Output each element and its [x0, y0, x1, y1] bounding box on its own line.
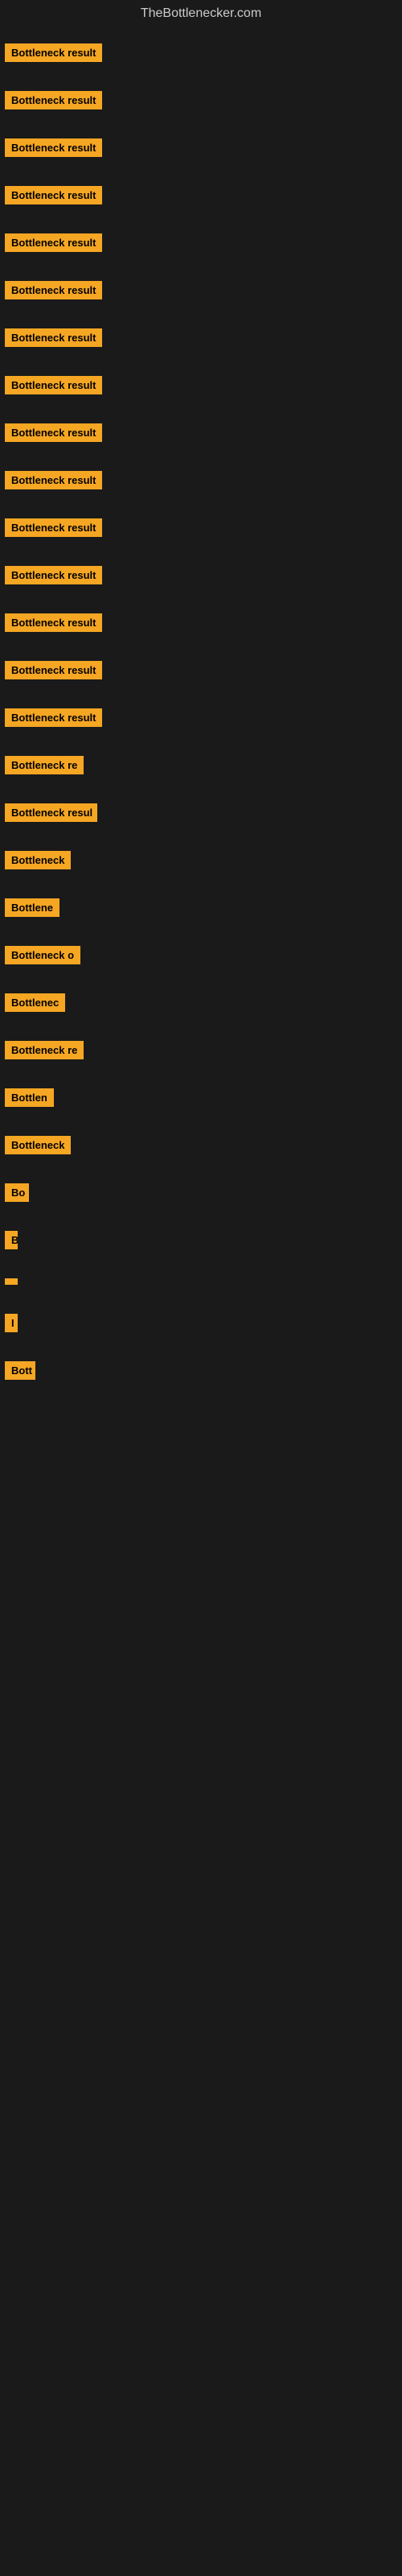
bottleneck-badge[interactable]: Bottlene — [5, 898, 59, 917]
list-item: Bottleneck result — [2, 37, 400, 68]
list-item: Bottleneck result — [2, 369, 400, 401]
bottleneck-badge[interactable]: Bottleneck result — [5, 471, 102, 489]
list-item: Bott — [2, 1355, 400, 1386]
bottleneck-badge[interactable]: Bottleneck — [5, 1136, 71, 1154]
list-item: Bottleneck result — [2, 180, 400, 211]
bottleneck-badge[interactable]: I — [5, 1314, 18, 1332]
bottleneck-badge[interactable]: Bottleneck re — [5, 1041, 84, 1059]
bottleneck-badge[interactable]: Bottleneck resul — [5, 803, 97, 822]
list-item: Bottlen — [2, 1082, 400, 1113]
bottleneck-badge[interactable]: Bottlen — [5, 1088, 54, 1107]
list-item: B — [2, 1224, 400, 1256]
bottleneck-badge[interactable] — [5, 1278, 18, 1285]
bottleneck-badge[interactable]: Bottlenec — [5, 993, 65, 1012]
bottleneck-badge[interactable]: Bottleneck result — [5, 566, 102, 584]
bottleneck-badge[interactable]: Bo — [5, 1183, 29, 1202]
list-item: I — [2, 1307, 400, 1339]
list-item: Bottleneck resul — [2, 797, 400, 828]
list-item: Bottleneck re — [2, 1034, 400, 1066]
list-item: Bottleneck — [2, 1129, 400, 1161]
bottleneck-badge[interactable]: Bottleneck result — [5, 233, 102, 252]
list-item: Bottleneck result — [2, 464, 400, 496]
bottleneck-badge[interactable]: Bottleneck result — [5, 518, 102, 537]
bottleneck-badge[interactable]: Bottleneck result — [5, 328, 102, 347]
site-title: TheBottlenecker.com — [0, 0, 402, 27]
bottleneck-badge[interactable]: Bottleneck — [5, 851, 71, 869]
list-item: Bottleneck result — [2, 275, 400, 306]
bottleneck-badge[interactable]: Bottleneck result — [5, 43, 102, 62]
list-item — [2, 1272, 400, 1291]
list-item: Bottleneck result — [2, 417, 400, 448]
list-item: Bottleneck result — [2, 559, 400, 591]
site-title-text: TheBottlenecker.com — [141, 6, 261, 20]
list-item: Bottlene — [2, 892, 400, 923]
list-item: Bottleneck result — [2, 227, 400, 258]
list-item: Bottleneck result — [2, 85, 400, 116]
bottleneck-badge[interactable]: Bottleneck result — [5, 186, 102, 204]
bottleneck-badge[interactable]: Bottleneck result — [5, 281, 102, 299]
bottleneck-badge[interactable]: Bottleneck result — [5, 661, 102, 679]
list-item: Bottleneck result — [2, 654, 400, 686]
list-item: Bottleneck result — [2, 132, 400, 163]
items-list: Bottleneck result Bottleneck result Bottle… — [0, 27, 402, 1391]
bottleneck-badge[interactable]: Bottleneck result — [5, 91, 102, 109]
bottleneck-badge[interactable]: Bottleneck result — [5, 423, 102, 442]
list-item: Bottleneck re — [2, 749, 400, 781]
bottleneck-badge[interactable]: Bottleneck o — [5, 946, 80, 964]
list-item: Bottleneck — [2, 844, 400, 876]
bottleneck-badge[interactable]: Bottleneck result — [5, 138, 102, 157]
list-item: Bottleneck result — [2, 702, 400, 733]
list-item: Bo — [2, 1177, 400, 1208]
list-item: Bottlenec — [2, 987, 400, 1018]
list-item: Bottleneck result — [2, 607, 400, 638]
bottleneck-badge[interactable]: Bott — [5, 1361, 35, 1380]
bottleneck-badge[interactable]: Bottleneck result — [5, 376, 102, 394]
bottleneck-badge[interactable]: B — [5, 1231, 18, 1249]
bottleneck-badge[interactable]: Bottleneck result — [5, 613, 102, 632]
bottleneck-badge[interactable]: Bottleneck result — [5, 708, 102, 727]
bottleneck-badge[interactable]: Bottleneck re — [5, 756, 84, 774]
list-item: Bottleneck result — [2, 322, 400, 353]
list-item: Bottleneck result — [2, 512, 400, 543]
list-item: Bottleneck o — [2, 939, 400, 971]
